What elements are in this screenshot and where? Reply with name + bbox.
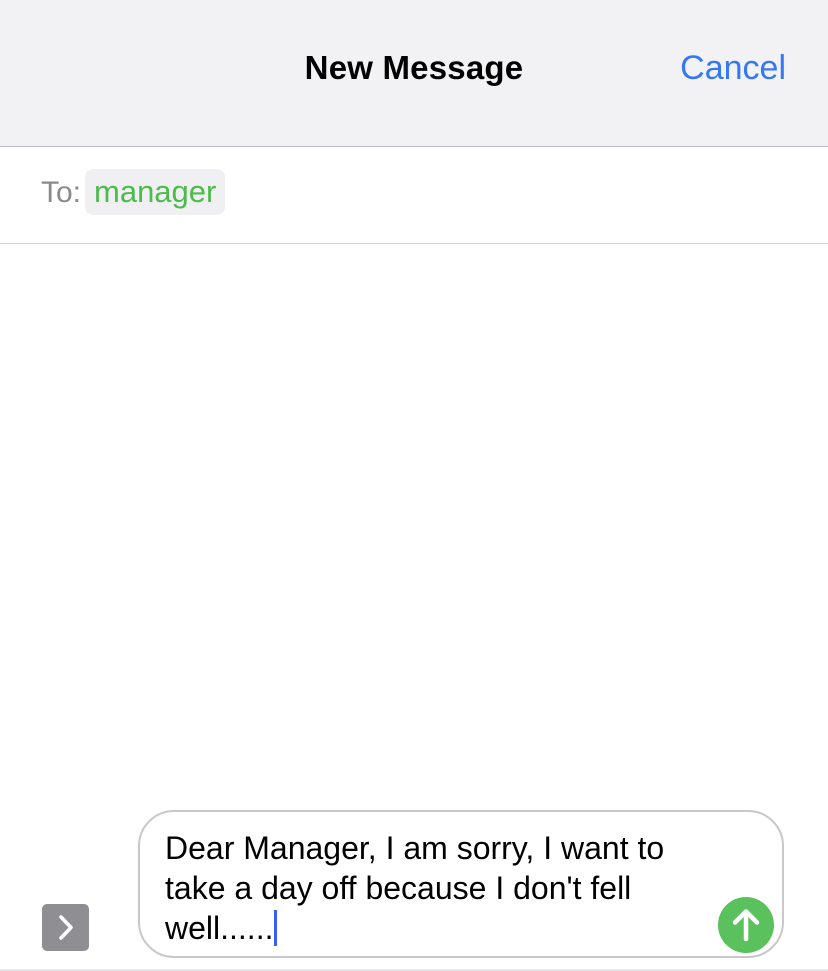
message-text: Dear Manager, I am sorry, I want to take… — [165, 830, 665, 946]
new-message-screen: New Message Cancel To: manager Dear Mana… — [0, 0, 828, 971]
message-thread — [0, 244, 828, 804]
chevron-right-icon — [59, 915, 73, 940]
arrow-up-icon — [732, 909, 760, 942]
message-input-text[interactable]: Dear Manager, I am sorry, I want to take… — [165, 828, 705, 948]
to-label: To: — [41, 176, 82, 209]
navigation-bar: New Message Cancel — [0, 0, 828, 147]
text-cursor — [274, 910, 278, 946]
cancel-button[interactable]: Cancel — [680, 49, 786, 88]
recipient-chip-manager[interactable]: manager — [85, 169, 226, 215]
apps-button[interactable] — [42, 904, 89, 951]
message-input[interactable]: Dear Manager, I am sorry, I want to take… — [138, 810, 784, 958]
recipient-field[interactable]: To: manager — [0, 147, 828, 244]
send-button[interactable] — [718, 897, 774, 953]
